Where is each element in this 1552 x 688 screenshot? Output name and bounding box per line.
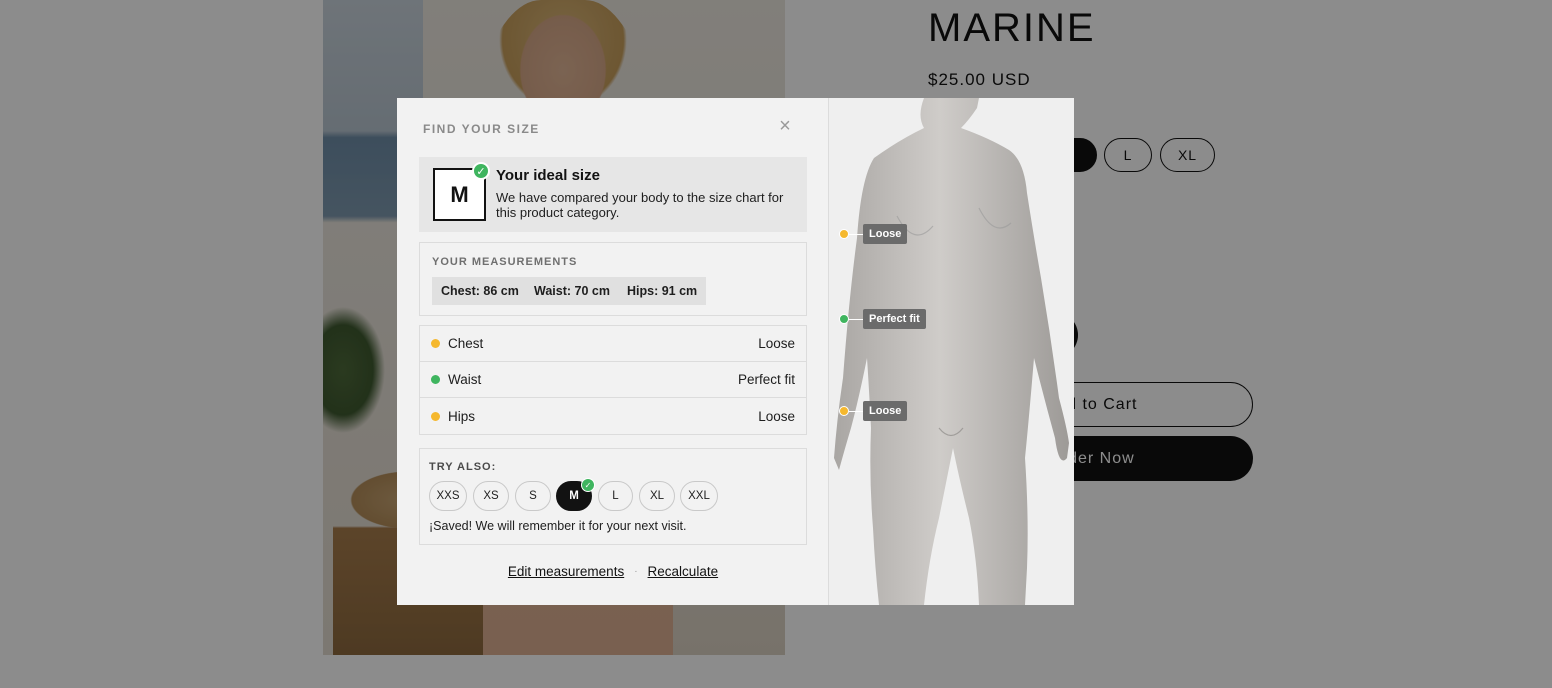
size-option-xxs[interactable]: XXS [429,481,467,511]
measurement-waist: Waist: 70 cm [525,277,619,305]
check-icon: ✓ [581,478,595,492]
size-option-xs[interactable]: XS [473,481,509,511]
body-marker-waist: Perfect fit [839,309,926,329]
modal-content: FIND YOUR SIZE × M ✓ Your ideal size We … [397,98,829,605]
marker-line [849,318,863,320]
marker-line [849,233,863,235]
recalculate-link[interactable]: Recalculate [648,564,719,579]
fit-name: Hips [448,408,476,424]
ideal-size-panel: M ✓ Your ideal size We have compared you… [419,157,807,232]
modal-links: Edit measurements · Recalculate [397,564,829,579]
ideal-size-value: M [450,181,469,207]
fit-table: Chest Loose Waist Perfect fit Hips Loose [419,325,807,435]
try-also-panel: TRY ALSO: XXS XS S M ✓ L XL XXL ¡Saved! … [419,448,807,545]
fit-value: Loose [758,336,795,351]
body-silhouette [834,98,1069,605]
measurement-chest: Chest: 86 cm [432,277,528,305]
modal-heading: FIND YOUR SIZE [423,122,540,136]
measurements-panel: YOUR MEASUREMENTS Chest: 86 cm Waist: 70… [419,242,807,316]
size-option-xl[interactable]: XL [639,481,675,511]
body-marker-hips: Loose [839,401,908,421]
marker-dot [839,314,849,324]
size-option-m[interactable]: M ✓ [556,478,595,511]
fit-row-chest: Chest Loose [420,326,806,362]
fit-name: Waist [448,372,482,387]
close-button[interactable]: × [775,116,795,136]
marker-label: Loose [863,401,908,421]
fit-status-dot [431,339,440,348]
fit-status-dot [431,375,440,384]
marker-dot [839,229,849,239]
body-avatar [834,98,1069,605]
body-avatar-panel: Loose Perfect fit Loose [829,98,1074,605]
size-option-l[interactable]: L [598,481,633,511]
body-marker-chest: Loose [839,224,908,244]
marker-dot [839,406,849,416]
marker-line [849,410,863,412]
fit-name: Chest [448,336,484,351]
size-option-xxl[interactable]: XXL [680,481,718,511]
size-finder-modal: FIND YOUR SIZE × M ✓ Your ideal size We … [397,98,1074,605]
fit-row-hips: Hips Loose [420,398,806,434]
link-separator: · [634,566,638,577]
measurements-label: YOUR MEASUREMENTS [432,256,578,268]
size-option-label: M [569,490,579,502]
check-icon: ✓ [472,162,490,180]
fit-value: Loose [758,408,795,424]
marker-label: Perfect fit [863,309,926,329]
measurement-hips: Hips: 91 cm [618,277,707,305]
size-option-s[interactable]: S [515,481,551,511]
fit-value: Perfect fit [737,372,795,387]
saved-message: ¡Saved! We will remember it for your nex… [429,519,687,533]
close-icon: × [779,115,791,137]
marker-label: Loose [863,224,908,244]
try-also-label: TRY ALSO: [429,461,497,473]
ideal-size-description: We have compared your body to the size c… [496,190,784,220]
ideal-size-title: Your ideal size [496,167,600,184]
fit-status-dot [431,411,440,421]
fit-row-waist: Waist Perfect fit [420,362,806,398]
edit-measurements-link[interactable]: Edit measurements [508,564,624,579]
